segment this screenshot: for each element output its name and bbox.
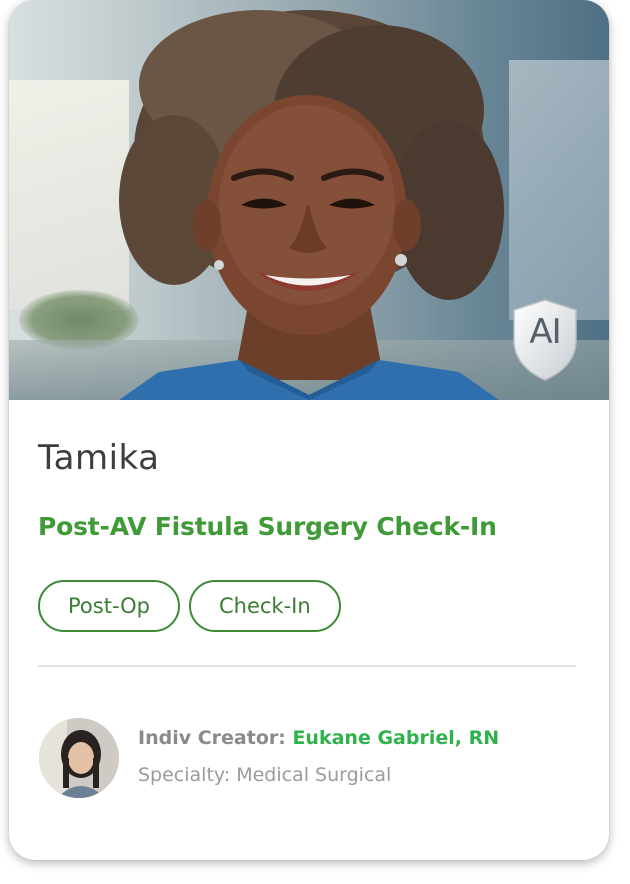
ai-shield-icon: AI — [512, 298, 578, 382]
card-body: Tamika Post-AV Fistula Surgery Check-In … — [9, 400, 609, 860]
agent-card[interactable]: AI Tamika Post-AV Fistula Surgery Check-… — [9, 0, 609, 860]
hero-photo: AI — [9, 0, 609, 400]
tag-post-op[interactable]: Post-Op — [38, 580, 180, 632]
creator-label: Indiv Creator: — [138, 727, 293, 749]
tag-list: Post-Op Check-In — [38, 580, 341, 632]
tag-check-in[interactable]: Check-In — [188, 580, 341, 632]
agent-title[interactable]: Post-AV Fistula Surgery Check-In — [38, 512, 497, 541]
creator-line: Indiv Creator: Eukane Gabriel, RN — [138, 727, 499, 749]
avatar[interactable] — [39, 718, 119, 798]
agent-name: Tamika — [38, 438, 160, 478]
divider — [38, 665, 576, 667]
avatar-image — [39, 718, 119, 798]
ai-badge-label: AI — [529, 312, 561, 352]
creator-name[interactable]: Eukane Gabriel, RN — [292, 727, 499, 749]
specialty-text: Specialty: Medical Surgical — [138, 764, 392, 786]
